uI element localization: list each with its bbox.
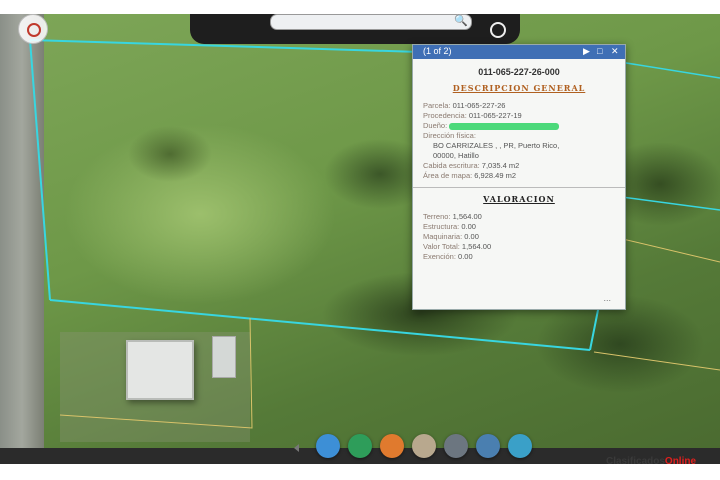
row-parcela: Parcela: 011-065-227-26 bbox=[423, 101, 506, 110]
row-owner: Dueño: bbox=[423, 121, 615, 131]
basemap-icon[interactable] bbox=[380, 434, 404, 458]
row-area-mapa: Área de mapa: 6,928.49 m2 bbox=[423, 171, 516, 180]
maximize-icon[interactable]: □ bbox=[597, 46, 602, 56]
close-icon[interactable]: ✕ bbox=[611, 46, 619, 57]
bottom-toolbar bbox=[290, 434, 532, 464]
globe-icon[interactable] bbox=[316, 434, 340, 458]
row-maquinaria: Maquinaria: 0.00 bbox=[423, 232, 479, 241]
shed-roof bbox=[212, 336, 236, 378]
flag-icon[interactable] bbox=[348, 434, 372, 458]
popup-counter: (1 of 2) bbox=[423, 46, 452, 56]
search-icon[interactable]: 🔍 bbox=[454, 14, 714, 27]
address-line: BO CARRIZALES , , PR, Puerto Rico, bbox=[433, 141, 560, 150]
search-input[interactable] bbox=[270, 14, 472, 30]
row-procedencia: Procedencia: 011-065-227-19 bbox=[423, 111, 522, 120]
parcel-popup: (1 of 2) ▶ □ ✕ 011-065-227-26-000 DESCRI… bbox=[412, 44, 626, 310]
section-divider bbox=[413, 187, 625, 188]
more-options-button[interactable]: ... bbox=[603, 293, 611, 303]
road-strip bbox=[0, 14, 44, 464]
general-section-title: DESCRIPCION GENERAL bbox=[452, 83, 586, 93]
house-roof bbox=[126, 340, 194, 400]
watermark-logo: ClasificadosOnline bbox=[606, 456, 697, 467]
valuation-section-title: VALORACION bbox=[483, 194, 555, 204]
list-icon[interactable] bbox=[444, 434, 468, 458]
next-feature-icon[interactable]: ▶ bbox=[583, 46, 590, 57]
layers-icon[interactable] bbox=[412, 434, 436, 458]
parcel-id: 011-065-227-26-000 bbox=[478, 67, 560, 77]
cart-icon[interactable] bbox=[508, 434, 532, 458]
row-cabida: Cabida escritura: 7,035.4 m2 bbox=[423, 161, 520, 170]
folder-icon[interactable] bbox=[476, 434, 500, 458]
screen-record-icon[interactable] bbox=[18, 14, 48, 44]
row-valor-total: Valor Total: 1,564.00 bbox=[423, 242, 492, 251]
row-exencion: Exención: 0.00 bbox=[423, 252, 473, 261]
row-estructura: Estructura: 0.00 bbox=[423, 222, 476, 231]
row-address: Dirección física: bbox=[423, 131, 476, 140]
collapse-arrow-icon[interactable] bbox=[294, 444, 299, 452]
row-terreno: Terreno: 1,564.00 bbox=[423, 212, 482, 221]
popup-header: (1 of 2) ▶ □ ✕ bbox=[413, 45, 625, 59]
address-line: 00000, Hatillo bbox=[433, 151, 479, 160]
owner-redaction bbox=[449, 122, 560, 130]
